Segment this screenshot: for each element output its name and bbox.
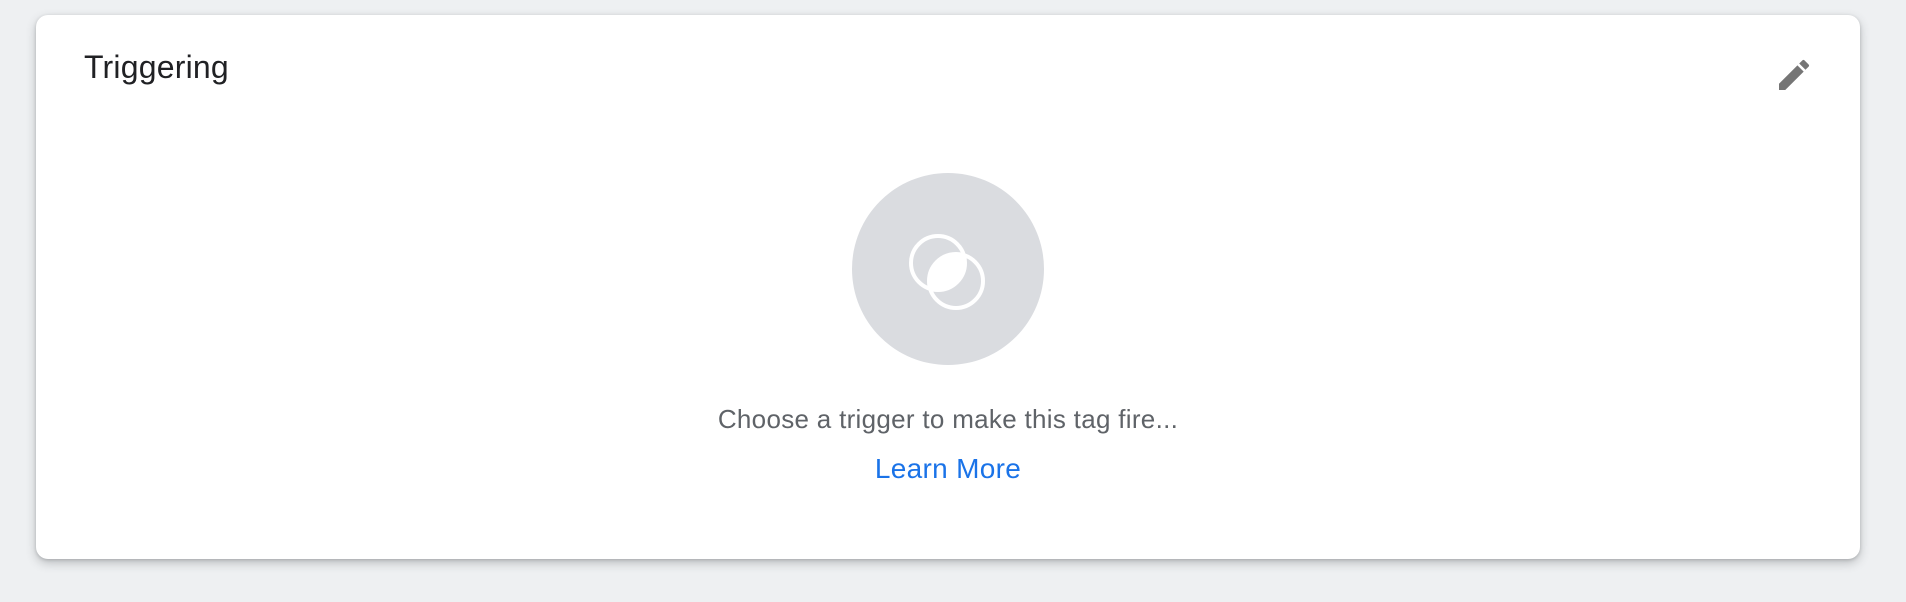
pencil-icon [1779, 59, 1810, 90]
card-title: Triggering [84, 49, 229, 85]
trigger-placeholder[interactable] [852, 173, 1044, 365]
empty-state-message: Choose a trigger to make this tag fire..… [717, 404, 1179, 434]
learn-more-link[interactable]: Learn More [875, 452, 1021, 486]
triggering-card: Triggering Choose a trigger to make this… [36, 15, 1860, 559]
edit-button[interactable] [1764, 45, 1824, 105]
empty-state: Choose a trigger to make this tag fire..… [36, 173, 1860, 486]
trigger-circles-icon [909, 234, 985, 310]
